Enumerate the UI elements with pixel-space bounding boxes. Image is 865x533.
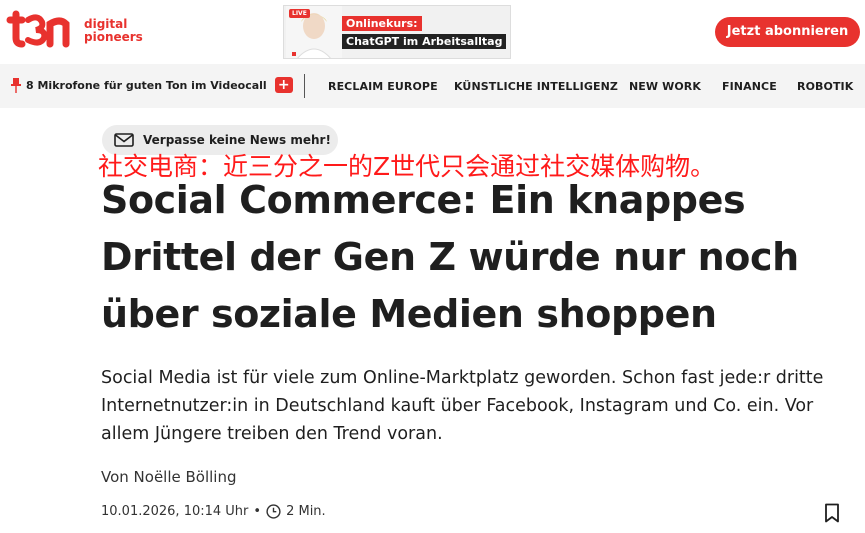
- nav-item-reclaim-europe[interactable]: RECLAIM EUROPE: [328, 80, 438, 93]
- live-badge: LIVE: [289, 9, 310, 18]
- nav-promo-label: 8 Mikrofone für guten Ton im Videocall: [26, 78, 267, 92]
- read-time: 2 Min.: [286, 504, 326, 519]
- article-meta: 10.01.2026, 10:14 Uhr • 2 Min.: [101, 504, 326, 519]
- t3n-logo[interactable]: digital pioneers: [6, 10, 143, 52]
- article-lead: Social Media ist für viele zum Online-Ma…: [101, 368, 824, 444]
- ad-banner[interactable]: LIVE Onlinekurs: ChatGPT im Arbeitsallta…: [283, 5, 511, 59]
- t3n-logo-icon: [6, 10, 70, 48]
- newsletter-label: Verpasse keine News mehr!: [143, 133, 331, 147]
- mail-icon: [114, 133, 134, 147]
- article-headline: Social Commerce: Ein knappes Drittel der…: [101, 178, 799, 336]
- nav-promo-link[interactable]: 8 Mikrofone für guten Ton im Videocall +: [10, 77, 293, 93]
- nav-item-kuenstliche-intelligenz[interactable]: KÜNSTLICHE INTELLIGENZ: [454, 80, 618, 93]
- ad-presenter-photo: LIVE: [286, 6, 342, 58]
- logo-text-line2: pioneers: [84, 30, 143, 44]
- nav-item-finance[interactable]: FINANCE: [722, 80, 777, 93]
- publish-date: 10.01.2026, 10:14 Uhr: [101, 504, 249, 519]
- main-nav: 8 Mikrofone für guten Ton im Videocall +…: [0, 64, 865, 108]
- pin-icon: [11, 78, 21, 93]
- ad-headline: Onlinekurs:: [342, 16, 422, 31]
- nav-item-robotik[interactable]: ROBOTIK: [797, 80, 853, 93]
- bookmark-icon[interactable]: [823, 503, 841, 523]
- plus-icon[interactable]: +: [274, 77, 293, 93]
- logo-wordmark: digital pioneers: [84, 18, 143, 44]
- clock-icon: [266, 504, 281, 519]
- nav-item-new-work[interactable]: NEW WORK: [629, 80, 701, 93]
- ad-subheadline: ChatGPT im Arbeitsalltag: [342, 34, 507, 49]
- article-author[interactable]: Von Noëlle Bölling: [101, 468, 237, 486]
- meta-separator: •: [253, 504, 262, 519]
- site-header: digital pioneers LIVE Onlinekurs: ChatGP…: [0, 0, 865, 64]
- nav-divider: [304, 74, 305, 98]
- subscribe-button[interactable]: Jetzt abonnieren: [715, 17, 860, 47]
